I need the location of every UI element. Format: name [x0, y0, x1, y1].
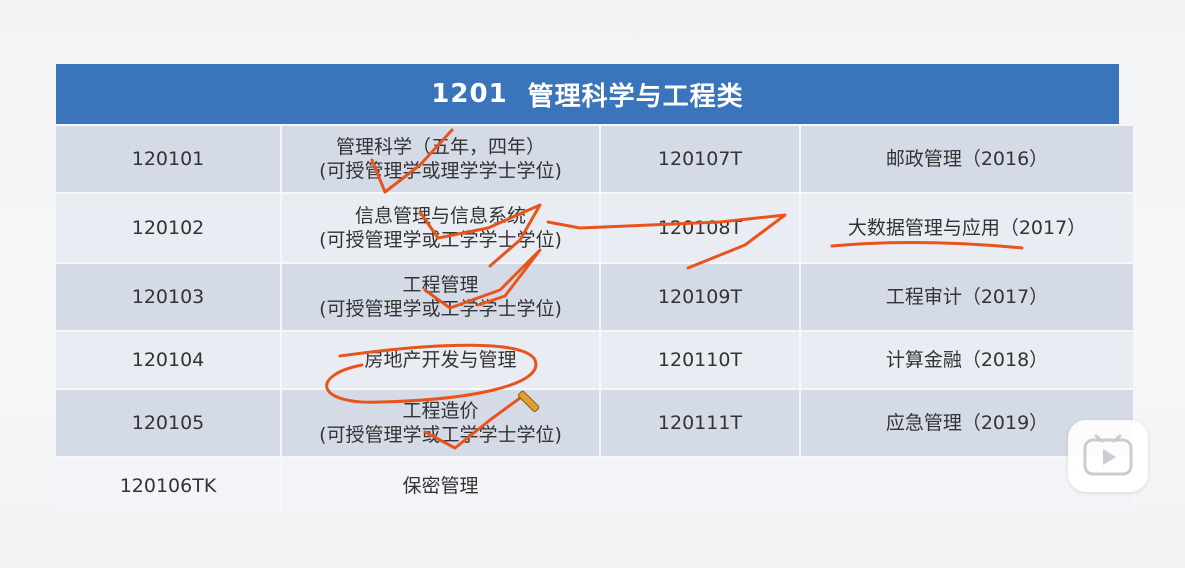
table-row: 120106TK 保密管理	[56, 456, 1135, 514]
table-row: 120102 信息管理与信息系统 (可授管理学或工学学士学位) 120108T …	[56, 192, 1135, 262]
major-code: 120108T	[601, 192, 801, 262]
major-name: 信息管理与信息系统	[354, 205, 526, 227]
slide: 1201 管理科学与工程类 120101 管理科学（五年，四年） (可授管理学或…	[0, 0, 1185, 568]
degree-note: (可授管理学或工学学士学位)	[319, 229, 562, 251]
degree-note: (可授管理学或理学学士学位)	[319, 160, 562, 182]
major-code: 120104	[56, 330, 282, 388]
major-name: 工程造价	[402, 400, 479, 422]
major-name: 工程审计（2017）	[801, 262, 1135, 330]
major-code: 120105	[56, 388, 282, 456]
table-row: 120104 房地产开发与管理 120110T 计算金融（2018）	[56, 330, 1135, 388]
major-code: 120111T	[601, 388, 801, 456]
major-name: 计算金融（2018）	[801, 330, 1135, 388]
major-code: 120102	[56, 192, 282, 262]
major-table: 1201 管理科学与工程类 120101 管理科学（五年，四年） (可授管理学或…	[56, 64, 1135, 514]
major-code: 120110T	[601, 330, 801, 388]
table-row: 120105 工程造价 (可授管理学或工学学士学位) 120111T 应急管理（…	[56, 388, 1135, 456]
major-code: 120103	[56, 262, 282, 330]
table-title: 1201 管理科学与工程类	[56, 64, 1119, 124]
major-name: 房地产开发与管理	[364, 349, 517, 371]
table-row: 120101 管理科学（五年，四年） (可授管理学或理学学士学位) 120107…	[56, 124, 1135, 192]
major-name-cell: 保密管理	[282, 456, 601, 514]
major-code: 120101	[56, 124, 282, 192]
major-code: 120106TK	[56, 456, 282, 514]
degree-note: (可授管理学或工学学士学位)	[319, 298, 562, 320]
title-code: 1201	[431, 79, 508, 109]
major-name-cell: 信息管理与信息系统 (可授管理学或工学学士学位)	[282, 192, 601, 262]
major-list: 120101 管理科学（五年，四年） (可授管理学或理学学士学位) 120107…	[56, 124, 1135, 514]
major-name-cell: 管理科学（五年，四年） (可授管理学或理学学士学位)	[282, 124, 601, 192]
major-code: 120107T	[601, 124, 801, 192]
play-button-icon[interactable]	[1068, 420, 1148, 492]
major-name-cell: 工程管理 (可授管理学或工学学士学位)	[282, 262, 601, 330]
major-code: 120109T	[601, 262, 801, 330]
major-name: 大数据管理与应用（2017）	[801, 192, 1135, 262]
title-text: 管理科学与工程类	[527, 81, 744, 112]
degree-note: (可授管理学或工学学士学位)	[319, 424, 562, 446]
major-name-cell: 工程造价 (可授管理学或工学学士学位)	[282, 388, 601, 456]
table-row: 120103 工程管理 (可授管理学或工学学士学位) 120109T 工程审计（…	[56, 262, 1135, 330]
major-name-cell: 房地产开发与管理	[282, 330, 601, 388]
major-name: 管理科学（五年，四年）	[335, 136, 545, 158]
major-name: 邮政管理（2016）	[801, 124, 1135, 192]
major-name: 工程管理	[402, 274, 479, 296]
major-name: 保密管理	[402, 475, 479, 497]
major-code	[601, 456, 801, 514]
